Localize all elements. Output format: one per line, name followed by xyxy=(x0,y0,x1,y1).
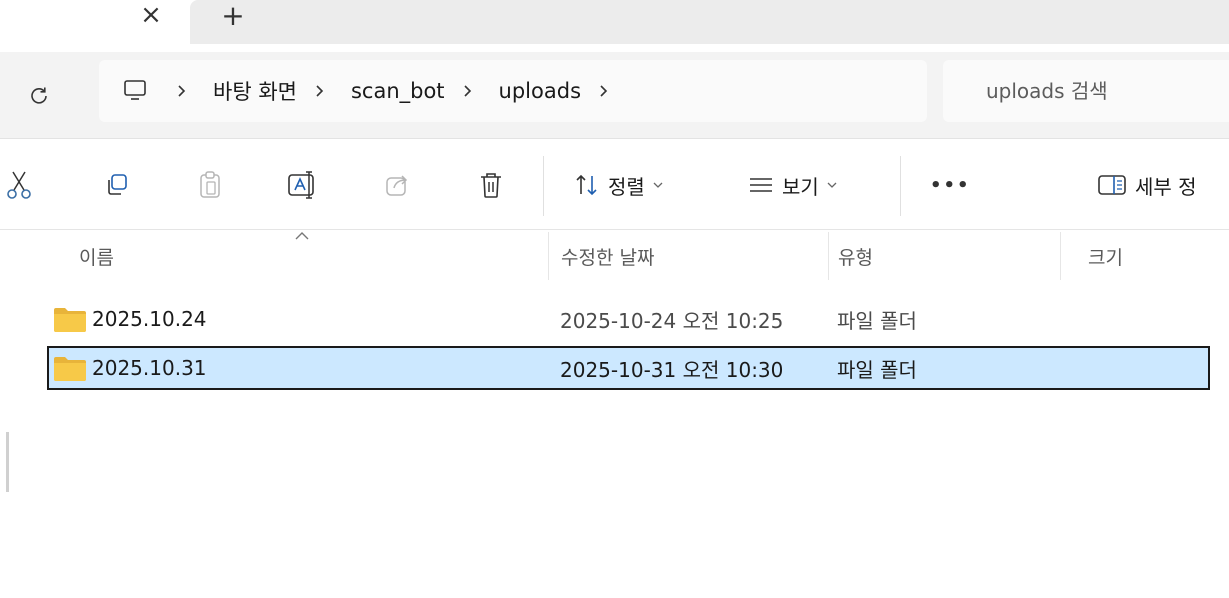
search-box[interactable] xyxy=(943,60,1229,122)
column-header-size[interactable]: 크기 xyxy=(1088,230,1123,282)
breadcrumb-scan-bot[interactable]: scan_bot xyxy=(339,71,457,111)
file-row-selected[interactable]: 2025.10.31 2025-10-31 오전 10:30 파일 폴더 xyxy=(47,346,1210,390)
new-tab-button[interactable]: + xyxy=(218,0,248,32)
column-resize-handle[interactable] xyxy=(548,232,549,280)
cut-button[interactable] xyxy=(2,168,36,202)
splitter-handle[interactable] xyxy=(6,432,9,492)
share-button[interactable] xyxy=(381,168,415,202)
more-options-button[interactable]: ••• xyxy=(930,165,971,205)
copy-icon xyxy=(108,174,127,195)
tab-strip: × + xyxy=(0,0,1229,52)
column-header-label: 유형 xyxy=(838,246,873,269)
chevron-right-icon xyxy=(178,85,186,97)
breadcrumb-label: uploads xyxy=(498,79,582,103)
file-type: 파일 폴더 xyxy=(837,308,917,333)
file-row[interactable]: 2025.10.24 2025-10-24 오전 10:25 파일 폴더 xyxy=(47,297,1210,341)
share-icon xyxy=(386,175,408,196)
toolbar-divider xyxy=(543,156,544,216)
file-modified: 2025-10-31 오전 10:30 xyxy=(560,357,784,382)
column-resize-handle[interactable] xyxy=(1060,232,1061,280)
file-name: 2025.10.24 xyxy=(92,307,207,331)
close-tab-button[interactable]: × xyxy=(138,0,164,30)
breadcrumb-uploads[interactable]: uploads xyxy=(487,71,593,111)
toolbar-divider xyxy=(900,156,901,216)
copy-button[interactable] xyxy=(100,168,134,202)
column-header-label: 크기 xyxy=(1088,246,1123,269)
sort-icon xyxy=(576,174,597,196)
breadcrumb-label: scan_bot xyxy=(350,79,445,103)
column-header-label: 수정한 날짜 xyxy=(561,246,655,269)
column-header-label: 이름 xyxy=(79,246,114,269)
column-resize-handle[interactable] xyxy=(828,232,829,280)
breadcrumb-separator[interactable] xyxy=(171,71,193,111)
rename-icon xyxy=(288,171,314,199)
rename-button[interactable] xyxy=(286,168,320,202)
command-bar: 정렬 보기 ••• 세부 정 xyxy=(0,139,1229,230)
breadcrumb-separator[interactable] xyxy=(457,71,479,111)
refresh-icon xyxy=(31,87,47,104)
close-icon: × xyxy=(140,0,162,30)
clipboard-icon xyxy=(200,171,220,198)
chevron-right-icon xyxy=(316,85,324,97)
view-list-icon xyxy=(750,178,772,192)
breadcrumb-label: 바탕 화면 xyxy=(213,80,297,104)
more-icon: ••• xyxy=(930,174,971,196)
scissors-icon xyxy=(7,171,31,199)
file-modified: 2025-10-24 오전 10:25 xyxy=(560,308,784,333)
column-header-modified[interactable]: 수정한 날짜 xyxy=(561,230,654,282)
column-header-type[interactable]: 유형 xyxy=(838,230,873,282)
this-pc-button[interactable] xyxy=(123,71,149,111)
search-input[interactable] xyxy=(943,78,1228,104)
column-header-name[interactable]: 이름 xyxy=(79,230,114,282)
chevron-right-icon xyxy=(600,85,608,97)
address-bar[interactable]: 바탕 화면 scan_bot uploads xyxy=(99,60,927,122)
folder-icon xyxy=(54,357,86,381)
sort-ascending-icon xyxy=(295,232,309,240)
tab-strip-background xyxy=(190,0,1229,44)
chevron-down-icon xyxy=(653,180,663,190)
view-button[interactable]: 보기 xyxy=(748,165,837,205)
chevron-right-icon xyxy=(463,85,471,97)
trash-icon xyxy=(481,173,501,198)
delete-button[interactable] xyxy=(474,168,508,202)
paste-button[interactable] xyxy=(193,168,227,202)
file-name: 2025.10.31 xyxy=(92,356,207,380)
breadcrumb-separator[interactable] xyxy=(309,71,331,111)
navigation-bar: 바탕 화면 scan_bot uploads xyxy=(0,52,1229,139)
details-pane-label: 세부 정 xyxy=(1135,174,1197,199)
breadcrumb-desktop[interactable]: 바탕 화면 xyxy=(201,71,309,111)
monitor-icon xyxy=(124,80,146,100)
folder-icon xyxy=(54,308,86,332)
refresh-button[interactable] xyxy=(22,78,56,112)
view-label: 보기 xyxy=(782,174,819,199)
file-type: 파일 폴더 xyxy=(837,357,917,382)
details-pane-icon xyxy=(1098,175,1126,195)
chevron-down-icon xyxy=(827,180,837,190)
plus-icon: + xyxy=(221,0,245,32)
file-list: 이름 수정한 날짜 유형 크기 2025.10.24 2025-10-24 오전… xyxy=(0,230,1229,598)
sort-label: 정렬 xyxy=(608,174,645,199)
details-pane-button[interactable]: 세부 정 xyxy=(1097,165,1197,205)
sort-button[interactable]: 정렬 xyxy=(574,165,663,205)
breadcrumb-separator[interactable] xyxy=(593,71,615,111)
